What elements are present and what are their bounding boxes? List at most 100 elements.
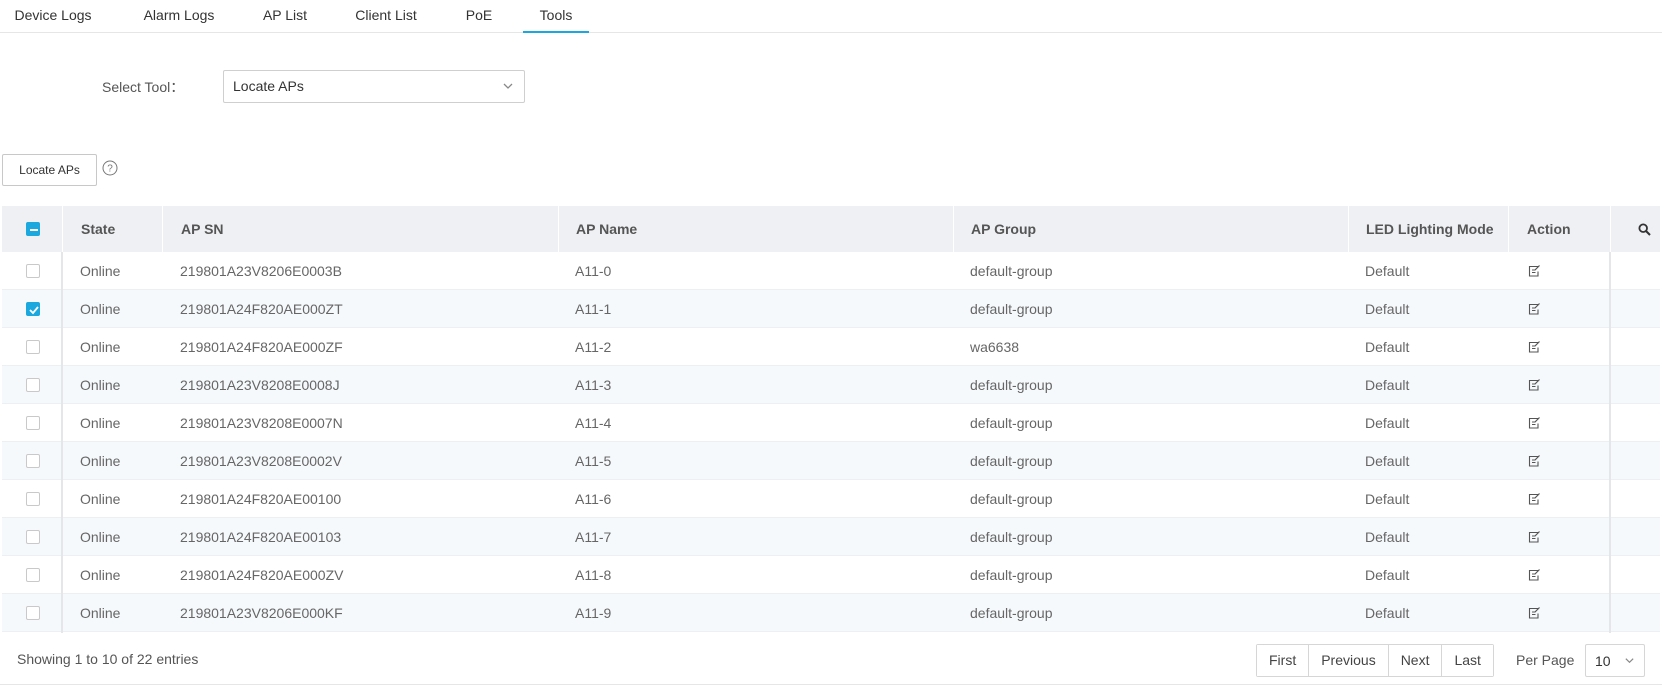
- row-checkbox[interactable]: [26, 302, 40, 316]
- edit-icon[interactable]: [1527, 302, 1541, 316]
- cell-ap-sn: 219801A24F820AE00103: [180, 529, 342, 545]
- table-row[interactable]: Online 219801A23V8206E0003B A11-0 default-g…: [2, 252, 1660, 290]
- table-row[interactable]: Online 219801A24F820AE00103 A11-7 default-g…: [2, 518, 1660, 556]
- cell-led-lighting-mode: Default: [1365, 301, 1410, 317]
- cell-ap-group: default-group: [970, 453, 1053, 469]
- question-circle-icon[interactable]: ?: [102, 160, 118, 176]
- pagination: First Previous Next Last: [1256, 644, 1494, 677]
- tab-device-logs[interactable]: Device Logs: [0, 0, 106, 33]
- table-row[interactable]: Online 219801A24F820AE000ZV A11-8 default-g…: [2, 556, 1660, 594]
- edit-icon[interactable]: [1527, 530, 1541, 544]
- header-ap-sn[interactable]: AP SN: [181, 206, 224, 252]
- cell-led-lighting-mode: Default: [1365, 529, 1410, 545]
- header-action: Action: [1527, 221, 1571, 237]
- cell-ap-group: default-group: [970, 263, 1053, 279]
- header-state[interactable]: State: [81, 206, 115, 252]
- select-tool-value: Locate APs: [233, 78, 304, 94]
- cell-ap-sn: 219801A24F820AE000ZT: [180, 301, 343, 317]
- cell-ap-group: wa6638: [970, 339, 1020, 355]
- row-checkbox[interactable]: [26, 606, 40, 620]
- cell-state: Online: [80, 415, 121, 431]
- edit-icon[interactable]: [1527, 378, 1541, 392]
- header-ap-group[interactable]: AP Group: [971, 206, 1036, 252]
- per-page-value: 10: [1595, 653, 1611, 669]
- per-page-label: Per Page: [1516, 652, 1575, 668]
- tab-ap-list[interactable]: AP List: [252, 0, 318, 33]
- cell-ap-sn: 219801A23V8208E0002V: [180, 453, 342, 469]
- edit-icon[interactable]: [1527, 568, 1541, 582]
- cell-ap-name: A11-1: [575, 301, 612, 317]
- select-all-checkbox[interactable]: [26, 222, 40, 236]
- cell-ap-sn: 219801A24F820AE000ZF: [180, 339, 343, 355]
- cell-ap-name: A11-8: [575, 567, 612, 583]
- next-page-button[interactable]: Next: [1387, 645, 1442, 676]
- table-row[interactable]: Online 219801A24F820AE00100 A11-6 default-g…: [2, 480, 1660, 518]
- cell-ap-name: A11-5: [575, 453, 612, 469]
- cell-ap-name: A11-6: [575, 491, 612, 507]
- cell-ap-sn: 219801A24F820AE000ZV: [180, 567, 344, 583]
- cell-led-lighting-mode: Default: [1365, 377, 1410, 393]
- edit-icon[interactable]: [1527, 264, 1541, 278]
- cell-state: Online: [80, 567, 121, 583]
- table-row[interactable]: Online 219801A23V8208E0008J A11-3 default-g…: [2, 366, 1660, 404]
- cell-led-lighting-mode: Default: [1365, 339, 1410, 355]
- select-tool-label: Select Tool：: [102, 79, 185, 95]
- cell-led-lighting-mode: Default: [1365, 453, 1410, 469]
- table-row[interactable]: Online 219801A23V8208E0002V A11-5 default-g…: [2, 442, 1660, 480]
- edit-icon[interactable]: [1527, 454, 1541, 468]
- cell-ap-sn: 219801A23V8206E000KF: [180, 605, 343, 621]
- row-checkbox[interactable]: [26, 454, 40, 468]
- cell-ap-sn: 219801A23V8206E0003B: [180, 263, 342, 279]
- cell-state: Online: [80, 491, 121, 507]
- tab-client-list[interactable]: Client List: [342, 0, 430, 33]
- table-row[interactable]: Online 219801A24F820AE000ZT A11-1 default-g…: [2, 290, 1660, 328]
- cell-led-lighting-mode: Default: [1365, 567, 1410, 583]
- cell-ap-group: default-group: [970, 415, 1053, 431]
- table-row[interactable]: Online 219801A23V8208E0007N A11-4 default-g…: [2, 404, 1660, 442]
- table-row[interactable]: Online 219801A23V8206E000KF A11-9 default-g…: [2, 594, 1660, 632]
- row-checkbox[interactable]: [26, 340, 40, 354]
- tab-alarm-logs[interactable]: Alarm Logs: [130, 0, 228, 33]
- cell-state: Online: [80, 453, 121, 469]
- cell-ap-name: A11-7: [575, 529, 612, 545]
- cell-led-lighting-mode: Default: [1365, 605, 1410, 621]
- header-ap-name[interactable]: AP Name: [576, 206, 637, 252]
- cell-ap-name: A11-3: [575, 377, 612, 393]
- row-checkbox[interactable]: [26, 416, 40, 430]
- per-page-select[interactable]: 10: [1585, 644, 1645, 677]
- edit-icon[interactable]: [1527, 416, 1541, 430]
- tab-tools[interactable]: Tools: [523, 0, 589, 33]
- chevron-down-icon: [503, 83, 513, 89]
- locate-aps-button[interactable]: Locate APs: [2, 154, 97, 186]
- search-icon[interactable]: [1638, 223, 1651, 236]
- cell-ap-name: A11-4: [575, 415, 612, 431]
- cell-state: Online: [80, 339, 121, 355]
- table-footer: Showing 1 to 10 of 22 entries First Prev…: [0, 635, 1662, 685]
- edit-icon[interactable]: [1527, 492, 1541, 506]
- row-checkbox[interactable]: [26, 264, 40, 278]
- row-checkbox[interactable]: [26, 568, 40, 582]
- cell-ap-name: A11-2: [575, 339, 612, 355]
- edit-icon[interactable]: [1527, 340, 1541, 354]
- cell-state: Online: [80, 263, 121, 279]
- tab-bar: Device Logs Alarm Logs AP List Client Li…: [0, 0, 1662, 33]
- cell-led-lighting-mode: Default: [1365, 415, 1410, 431]
- row-checkbox[interactable]: [26, 378, 40, 392]
- cell-state: Online: [80, 529, 121, 545]
- edit-icon[interactable]: [1527, 606, 1541, 620]
- header-led-lighting-mode[interactable]: LED Lighting Mode: [1366, 206, 1494, 252]
- table-row[interactable]: Online 219801A24F820AE000ZF A11-2 wa6638 Def…: [2, 328, 1660, 366]
- previous-page-button[interactable]: Previous: [1308, 645, 1388, 676]
- cell-state: Online: [80, 605, 121, 621]
- cell-led-lighting-mode: Default: [1365, 491, 1410, 507]
- last-page-button[interactable]: Last: [1441, 645, 1493, 676]
- row-checkbox[interactable]: [26, 492, 40, 506]
- first-page-button[interactable]: First: [1257, 645, 1309, 676]
- cell-ap-sn: 219801A23V8208E0008J: [180, 377, 340, 393]
- cell-ap-sn: 219801A23V8208E0007N: [180, 415, 343, 431]
- tab-poe[interactable]: PoE: [454, 0, 504, 33]
- select-tool-dropdown[interactable]: Locate APs: [223, 70, 525, 103]
- cell-led-lighting-mode: Default: [1365, 263, 1410, 279]
- cell-ap-group: default-group: [970, 301, 1053, 317]
- row-checkbox[interactable]: [26, 530, 40, 544]
